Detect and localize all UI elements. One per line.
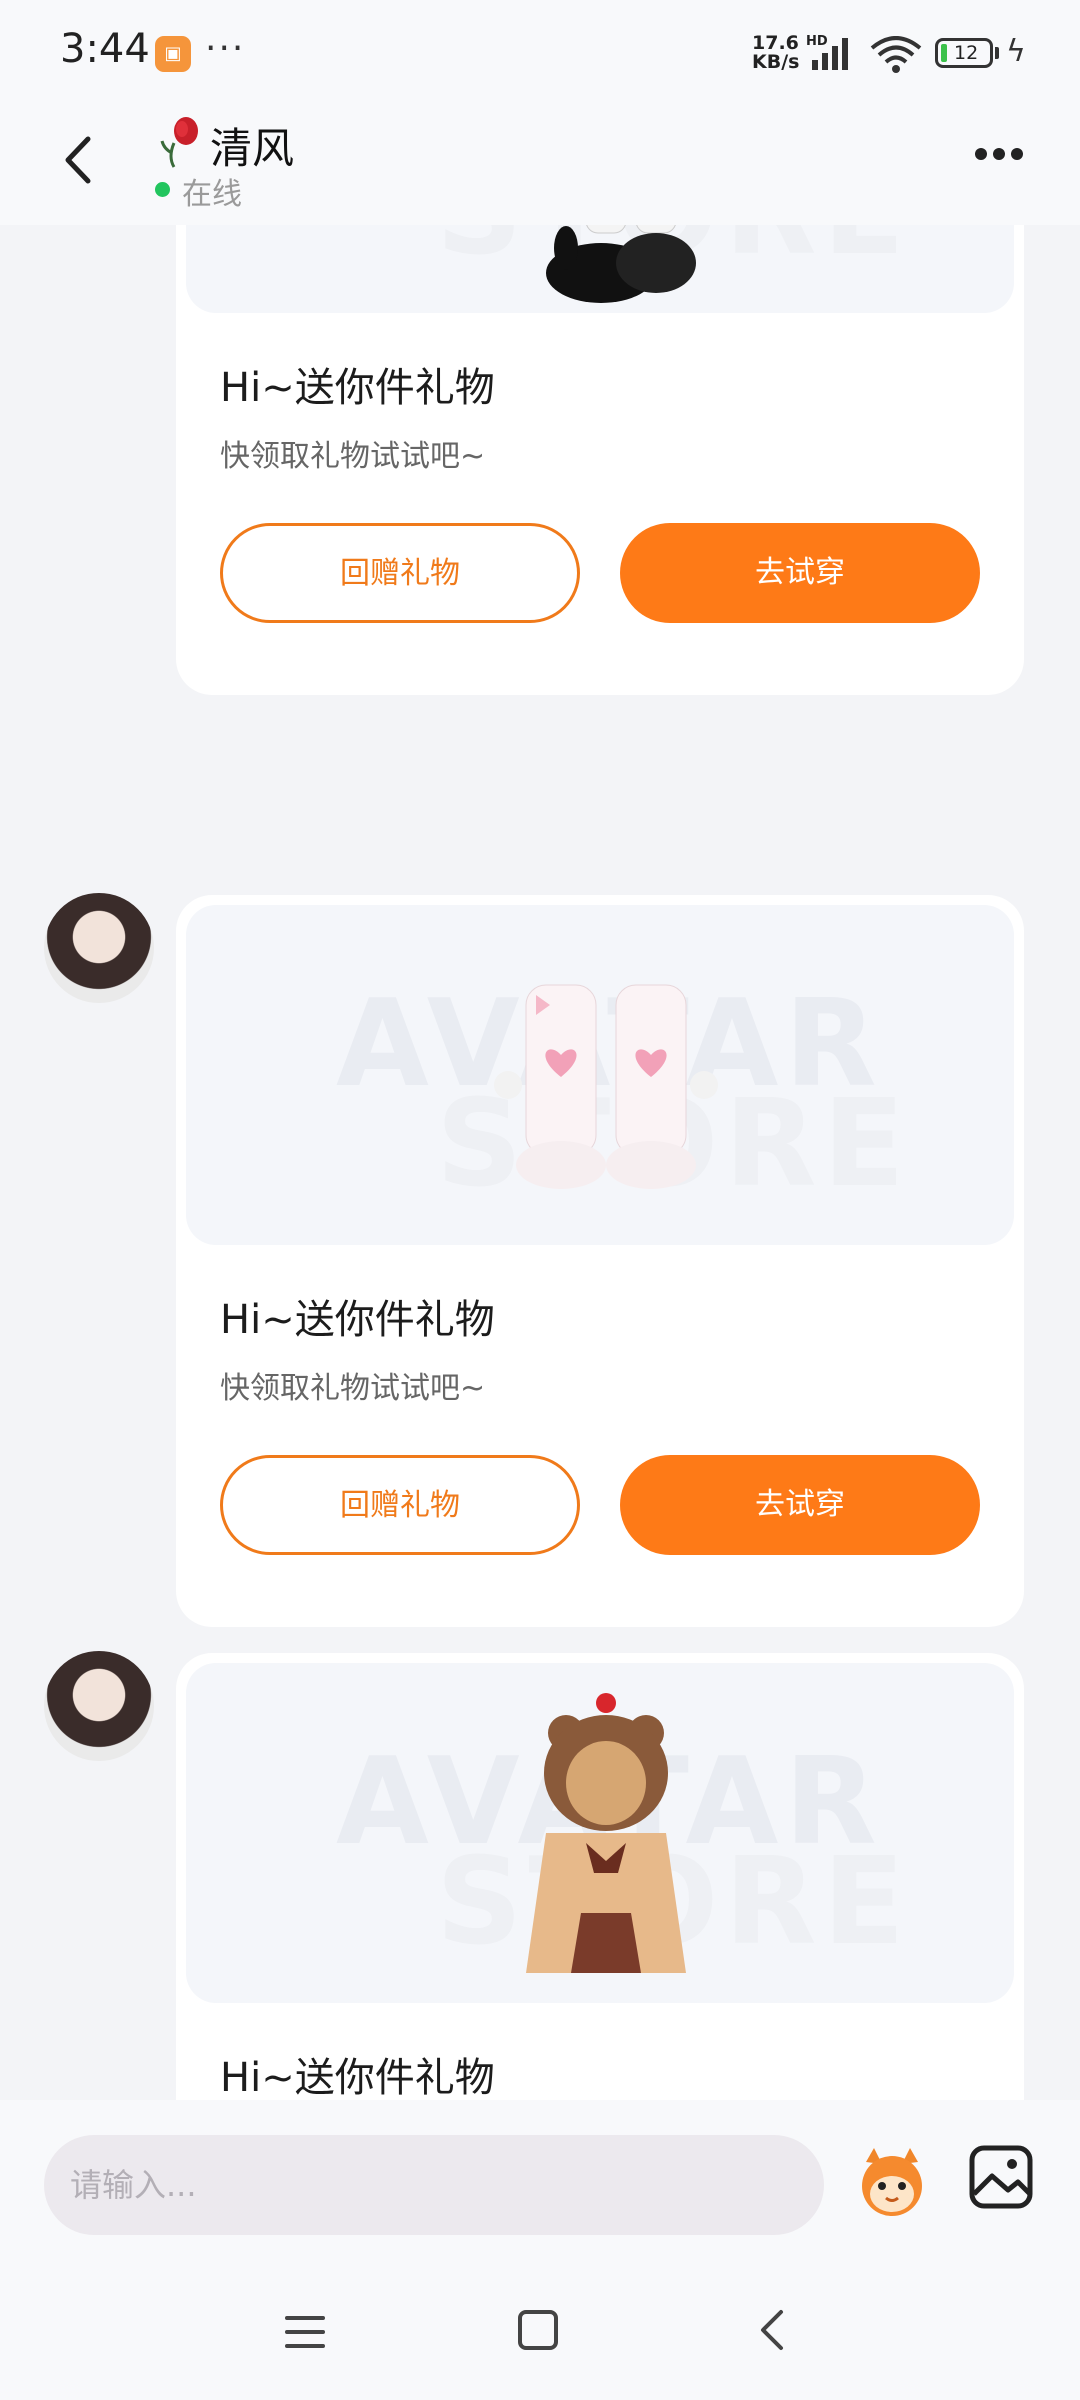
gift-card: AVATAR STORE Hi~送你件礼物 快领取礼物试试吧~ 回赠礼物 去试穿 bbox=[176, 225, 1024, 695]
message-input-bar bbox=[0, 2100, 1080, 2250]
gift-item-image[interactable]: AVATAR STORE bbox=[186, 1663, 1014, 2003]
try-on-button[interactable]: 去试穿 bbox=[620, 1455, 980, 1555]
battery-level: 12 bbox=[954, 42, 979, 64]
gift-subtitle: 快领取礼物试试吧~ bbox=[220, 439, 486, 474]
message-input-container[interactable] bbox=[44, 2135, 824, 2235]
network-speed: 17.6 KB/s bbox=[752, 34, 799, 72]
gift-subtitle: 快领取礼物试试吧~ bbox=[220, 1371, 486, 1406]
bunny-slipper-boots-icon bbox=[546, 225, 696, 303]
nav-menu-icon[interactable] bbox=[283, 2312, 327, 2352]
system-nav-bar bbox=[0, 2250, 1080, 2400]
gift-item-image[interactable]: AVATAR STORE bbox=[186, 905, 1014, 1245]
nav-home-icon[interactable] bbox=[516, 2308, 560, 2352]
online-status-text: 在线 bbox=[182, 177, 242, 212]
battery-tip bbox=[995, 47, 999, 59]
app-notification-icon: ▣ bbox=[155, 36, 191, 72]
charging-icon: ϟ bbox=[1006, 34, 1026, 69]
bear-hoodie-outfit-icon bbox=[526, 1693, 686, 1973]
message-input[interactable] bbox=[70, 2135, 790, 2235]
gift-title: Hi~送你件礼物 bbox=[220, 365, 495, 411]
status-time: 3:44 bbox=[60, 26, 150, 72]
gift-card: AVATAR STORE Hi~送你件礼物 bbox=[176, 1653, 1024, 2100]
gift-item-image[interactable]: AVATAR STORE bbox=[186, 225, 1014, 313]
chat-message-list[interactable]: AVATAR STORE Hi~送你件礼物 快领取礼物试试吧~ 回赠礼物 去试穿… bbox=[0, 225, 1080, 2100]
wifi-icon bbox=[870, 36, 922, 73]
back-button[interactable] bbox=[50, 125, 110, 195]
pink-heart-boots-icon bbox=[494, 984, 718, 1189]
mascot-emoji-icon[interactable] bbox=[852, 2142, 932, 2222]
gift-card: AVATAR STORE Hi~送你件礼物 快领取礼物试试吧~ 回赠礼物 去试穿 bbox=[176, 895, 1024, 1627]
battery-icon: 12 bbox=[935, 38, 993, 68]
sender-avatar[interactable] bbox=[44, 893, 154, 1003]
chat-header: 清风 在线 bbox=[0, 105, 1080, 225]
gift-title: Hi~送你件礼物 bbox=[220, 2055, 495, 2100]
network-speed-unit: KB/s bbox=[752, 51, 800, 73]
contact-name[interactable]: 清风 bbox=[210, 115, 294, 176]
rose-icon bbox=[160, 117, 198, 168]
try-on-button[interactable]: 去试穿 bbox=[620, 523, 980, 623]
signal-icon bbox=[812, 38, 848, 70]
more-options-button[interactable] bbox=[975, 145, 1035, 175]
gift-title: Hi~送你件礼物 bbox=[220, 1297, 495, 1343]
more-notifications-icon: ··· bbox=[205, 28, 246, 69]
nav-back-icon[interactable] bbox=[755, 2306, 791, 2354]
status-bar: 3:44 ▣ ··· 17.6 KB/s HD 12 ϟ bbox=[0, 0, 1080, 105]
return-gift-button[interactable]: 回赠礼物 bbox=[220, 523, 580, 623]
image-picker-icon[interactable] bbox=[968, 2144, 1034, 2210]
return-gift-button[interactable]: 回赠礼物 bbox=[220, 1455, 580, 1555]
online-status-dot bbox=[155, 182, 170, 197]
sender-avatar[interactable] bbox=[44, 1651, 154, 1761]
